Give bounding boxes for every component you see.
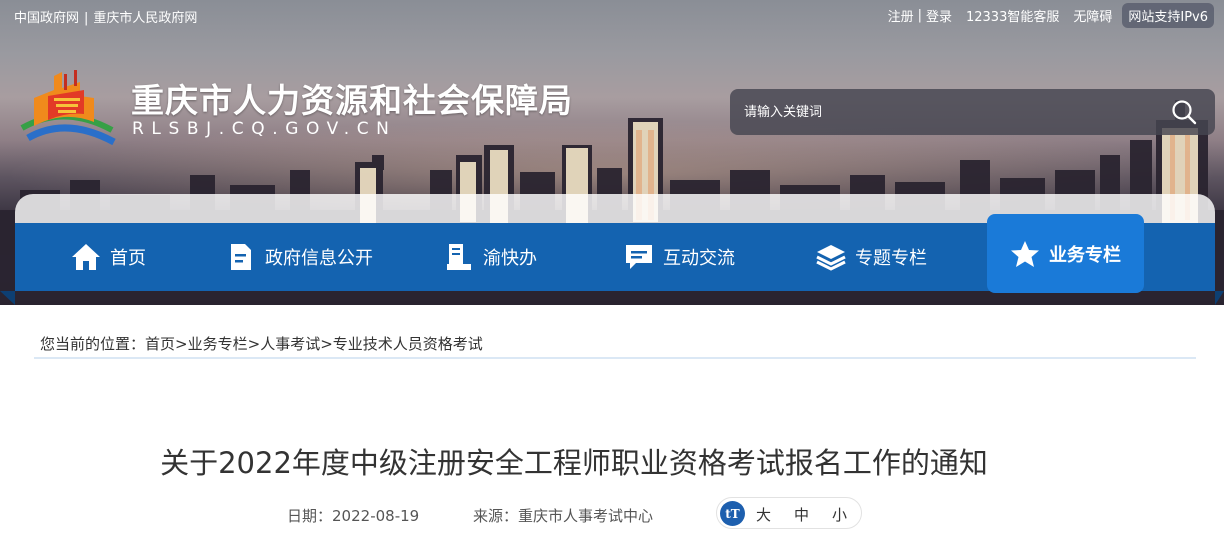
nav-item-home[interactable]: 首页 — [70, 223, 146, 291]
smart-service-link[interactable]: 12333智能客服 — [966, 6, 1059, 25]
breadcrumb-sep: > — [175, 335, 188, 353]
font-size-switch: tT 大 中 小 — [716, 497, 862, 529]
nav-label: 首页 — [110, 248, 146, 269]
document-icon — [225, 241, 257, 273]
login-link[interactable]: 登录 — [926, 6, 952, 25]
font-large-button[interactable]: 大 — [756, 504, 771, 525]
user-links: 注册 | 登录 12333智能客服 无障碍 网站支持IPv6 — [888, 2, 1214, 28]
search-input[interactable] — [744, 89, 1144, 135]
breadcrumb-personnel-exam[interactable]: 人事考试 — [260, 335, 320, 353]
breadcrumb-sep: > — [320, 335, 333, 353]
nav-item-topics[interactable]: 专题专栏 — [815, 223, 927, 291]
font-medium-button[interactable]: 中 — [794, 504, 809, 525]
nav-label: 政府信息公开 — [265, 248, 373, 269]
breadcrumb-sep: > — [247, 335, 261, 353]
source-label: 来源： — [473, 507, 519, 525]
breadcrumb-divider — [34, 357, 1196, 359]
nav-item-interaction[interactable]: 互动交流 — [623, 223, 735, 291]
font-small-button[interactable]: 小 — [832, 504, 847, 525]
nav-label: 业务专栏 — [1049, 244, 1121, 266]
accessibility-link[interactable]: 无障碍 — [1073, 6, 1112, 25]
divider: | — [84, 11, 89, 26]
site-domain: RLSBJ.CQ.GOV.CN — [132, 119, 397, 139]
breadcrumb: 您当前的位置：首页>业务专栏>人事考试>专业技术人员资格考试 — [40, 333, 483, 354]
star-icon — [1009, 238, 1041, 270]
font-size-icon: tT — [720, 501, 745, 526]
date-label: 日期： — [287, 507, 333, 525]
breadcrumb-prefix: 您当前的位置： — [40, 335, 146, 353]
nav-item-gov-info[interactable]: 政府信息公开 — [225, 223, 373, 291]
home-icon — [70, 241, 102, 273]
nav-label: 专题专栏 — [855, 248, 927, 269]
breadcrumb-professional-exam[interactable]: 专业技术人员资格考试 — [333, 335, 483, 353]
nav-fold-left — [0, 291, 15, 305]
nav-label: 渝快办 — [483, 248, 537, 269]
breadcrumb-business[interactable]: 业务专栏 — [188, 335, 248, 353]
service-desk-icon — [443, 241, 475, 273]
chat-icon — [623, 241, 655, 273]
search-icon[interactable] — [1171, 99, 1197, 125]
nav-item-business[interactable]: 业务专栏 — [987, 214, 1144, 293]
breadcrumb-bar: 您当前的位置：首页>业务专栏>人事考试>专业技术人员资格考试 — [0, 305, 1224, 383]
main-nav: 首页 政府信息公开 渝快办 互动交流 专题专栏 业务专栏 — [15, 214, 1215, 293]
source-value: 重庆市人事考试中心 — [518, 507, 654, 525]
ipv6-badge: 网站支持IPv6 — [1122, 2, 1214, 28]
divider: | — [917, 7, 922, 23]
site-title[interactable]: 重庆市人力资源和社会保障局 — [131, 74, 573, 122]
bureau-logo-icon[interactable] — [14, 68, 118, 148]
article-title: 关于2022年度中级注册安全工程师职业资格考试报名工作的通知 — [160, 446, 988, 480]
nav-fold-right — [1215, 291, 1224, 305]
nav-item-yukuaiban[interactable]: 渝快办 — [443, 223, 537, 291]
date-value: 2022-08-19 — [332, 507, 420, 525]
article-date: 日期：2022-08-19 — [287, 505, 419, 526]
top-utility-bar: 中国政府网 | 重庆市人民政府网 注册 | 登录 12333智能客服 无障碍 网站支… — [0, 0, 1224, 30]
article-source: 来源：重庆市人事考试中心 — [473, 505, 653, 526]
nav-label: 互动交流 — [663, 248, 735, 269]
link-china-gov[interactable]: 中国政府网 — [14, 11, 79, 26]
layers-icon — [815, 241, 847, 273]
link-chongqing-gov[interactable]: 重庆市人民政府网 — [93, 11, 197, 26]
register-link[interactable]: 注册 — [888, 6, 914, 25]
search-box — [730, 89, 1215, 135]
breadcrumb-home[interactable]: 首页 — [145, 335, 175, 353]
gov-links: 中国政府网 | 重庆市人民政府网 — [14, 7, 197, 26]
